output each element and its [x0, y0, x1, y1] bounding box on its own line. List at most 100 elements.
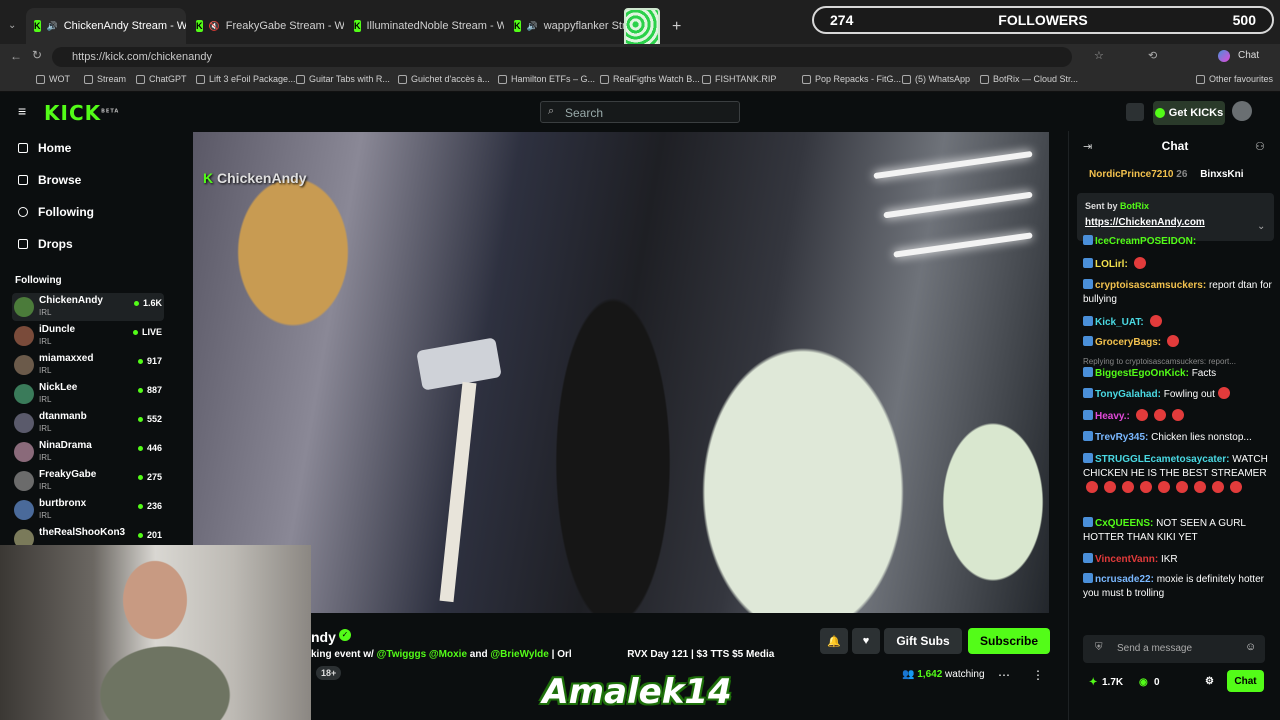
chat-emote-icon	[1212, 481, 1224, 493]
share-icon[interactable]: ⋯	[998, 668, 1010, 682]
channel-item[interactable]: burtbronx IRL 236	[12, 496, 164, 524]
chat-badge-icon	[1083, 388, 1093, 398]
kicks-balance: 1.7K	[1102, 677, 1124, 688]
subscribe-button[interactable]: Subscribe	[968, 628, 1050, 654]
chat-username[interactable]: Kick_UAT:	[1095, 317, 1144, 328]
chat-username[interactable]: Heavy.:	[1095, 411, 1130, 422]
chat-badge-icon	[1083, 258, 1093, 268]
selfie-stick	[439, 381, 477, 603]
user-avatar[interactable]	[1232, 101, 1252, 121]
tab-wappyflanker[interactable]: K 🔊 wappyflanker Stream -	[506, 8, 624, 44]
chat-emote-icon	[1230, 481, 1242, 493]
followers-label: FOLLOWERS	[998, 12, 1088, 28]
tab-chickenandy[interactable]: K 🔊 ChickenAndy Stream - Watch ×	[26, 8, 186, 44]
bookmark-item[interactable]: Stream	[84, 74, 126, 84]
tab-list-chevron-icon[interactable]: ⌄	[8, 20, 16, 31]
chat-users-icon[interactable]: ⚇	[1255, 140, 1265, 153]
channel-item[interactable]: miamaxxed IRL 917	[12, 351, 164, 379]
channel-item[interactable]: iDuncle IRL LIVE	[12, 322, 164, 350]
bookmark-item[interactable]: Hamilton ETFs – G...	[498, 74, 595, 84]
channel-item[interactable]: FreakyGabe IRL 275	[12, 467, 164, 495]
avatar	[14, 471, 34, 491]
copilot-icon[interactable]	[1218, 50, 1230, 62]
bookmark-item[interactable]: WOT	[36, 74, 70, 84]
channel-item[interactable]: theRealShooKon3 201	[12, 525, 164, 545]
get-kicks-button[interactable]: Get KICKs	[1153, 101, 1225, 125]
layout-icon[interactable]	[1126, 103, 1144, 121]
tab-illuminatednoble[interactable]: K IlluminatedNoble Stream - Watch ×	[346, 8, 504, 44]
chat-username[interactable]: TonyGalahad:	[1095, 389, 1161, 400]
sidebar-item-following[interactable]: Following	[18, 205, 94, 219]
amalek14-logo-overlay: Amalek14	[542, 672, 732, 712]
notification-bell-button[interactable]: 🔔	[820, 628, 848, 654]
gift-subs-button[interactable]: Gift Subs	[884, 628, 962, 654]
following-header: Following	[15, 275, 62, 286]
bookmark-item[interactable]: Lift 3 eFoil Package...	[196, 74, 296, 84]
channel-item[interactable]: ChickenAndy IRL 1.6K	[12, 293, 164, 321]
bookmark-item[interactable]: RealFigths Watch B...	[600, 74, 700, 84]
emoji-icon[interactable]: ☺	[1245, 641, 1256, 653]
channel-item[interactable]: NickLee IRL 887	[12, 380, 164, 408]
bookmark-item[interactable]: Guitar Tabs with R...	[296, 74, 390, 84]
chat-username[interactable]: CxQUEENS:	[1095, 518, 1153, 529]
expand-chevron-icon[interactable]: ⌄	[1257, 221, 1265, 232]
chat-text: Fowling out	[1163, 389, 1215, 400]
settings-gear-icon[interactable]: ⚙	[1205, 676, 1214, 687]
send-chat-button[interactable]: Chat	[1227, 670, 1264, 692]
search-input[interactable]: ⌕ Search	[540, 101, 740, 123]
url-field[interactable]: https://kick.com/chickenandy	[52, 47, 1072, 67]
hamburger-menu-icon[interactable]: ≡	[18, 103, 26, 119]
avatar	[14, 326, 34, 346]
bookmark-item[interactable]: BotRix — Cloud Str...	[980, 74, 1078, 84]
avatar	[14, 413, 34, 433]
new-tab-plus-icon[interactable]: +	[672, 18, 681, 36]
street-light	[883, 191, 1033, 219]
chat-username[interactable]: cryptoisascamsuckers:	[1095, 280, 1206, 291]
pinned-link[interactable]: https://ChickenAndy.com	[1085, 217, 1205, 228]
chat-emote-icon	[1176, 481, 1188, 493]
streamer-name[interactable]: ndy	[311, 629, 336, 645]
chat-emote-icon	[1133, 257, 1146, 269]
chat-username[interactable]: VincentVann:	[1095, 554, 1158, 565]
avatar	[14, 355, 34, 375]
bookmark-item[interactable]: FISHTANK.RIP	[702, 74, 776, 84]
history-icon[interactable]: ⟲	[1148, 49, 1157, 62]
sidebar-item-drops[interactable]: Drops	[18, 237, 73, 251]
chat-username[interactable]: STRUGGLEcametosaycater:	[1095, 454, 1230, 465]
sidebar-item-home[interactable]: Home	[18, 141, 71, 155]
back-arrow-icon[interactable]: ←	[10, 49, 22, 63]
follow-heart-button[interactable]: ♥	[852, 628, 880, 654]
video-player[interactable]: K ChickenAndy	[193, 132, 1049, 613]
chat-emote-icon	[1149, 315, 1162, 327]
bookmark-item[interactable]: ChatGPT	[136, 74, 187, 84]
avatar	[14, 529, 34, 545]
chat-badge-icon	[1083, 279, 1093, 289]
star-icon[interactable]: ☆	[1094, 49, 1104, 62]
kick-logo[interactable]: KICKBETA	[44, 101, 119, 125]
browser-chat-button[interactable]: Chat	[1238, 50, 1259, 61]
sidebar-item-browse[interactable]: Browse	[18, 173, 81, 187]
kicks-coin-icon	[1154, 108, 1165, 118]
tab-freakygabe[interactable]: K 🔇 FreakyGabe Stream - Watch L ×	[188, 8, 344, 44]
phone-on-gimbal	[416, 337, 502, 391]
chat-username[interactable]: GroceryBags:	[1095, 337, 1161, 348]
points-icon: ◉	[1139, 677, 1148, 688]
chat-message-input[interactable]: ⛨ Send a message ☺	[1083, 635, 1265, 663]
street-light	[893, 232, 1033, 258]
channel-item[interactable]: dtanmanb IRL 552	[12, 409, 164, 437]
channel-item[interactable]: NinaDrama IRL 446	[12, 438, 164, 466]
gifter-2[interactable]: BinxsKni	[1200, 169, 1243, 180]
gifter-1[interactable]: NordicPrince7210	[1089, 169, 1174, 180]
chat-username[interactable]: LOLirl:	[1095, 259, 1128, 270]
bookmark-item[interactable]: Pop Repacks - FitG...	[802, 74, 901, 84]
reload-icon[interactable]: ↻	[32, 48, 42, 62]
chat-username[interactable]: TrevRy345:	[1095, 432, 1148, 443]
bookmark-item[interactable]: Guichet d'accès à...	[398, 74, 490, 84]
chat-username[interactable]: IceCreamPOSEIDON:	[1095, 236, 1196, 247]
chat-username[interactable]: ncrusade22:	[1095, 574, 1154, 585]
bookmark-item[interactable]: (5) WhatsApp	[902, 74, 970, 84]
chat-emote-icon	[1135, 409, 1148, 421]
other-favourites[interactable]: Other favourites	[1196, 74, 1273, 84]
chat-username[interactable]: BiggestEgoOnKick:	[1095, 368, 1189, 379]
more-options-icon[interactable]: ⋮	[1032, 668, 1044, 682]
